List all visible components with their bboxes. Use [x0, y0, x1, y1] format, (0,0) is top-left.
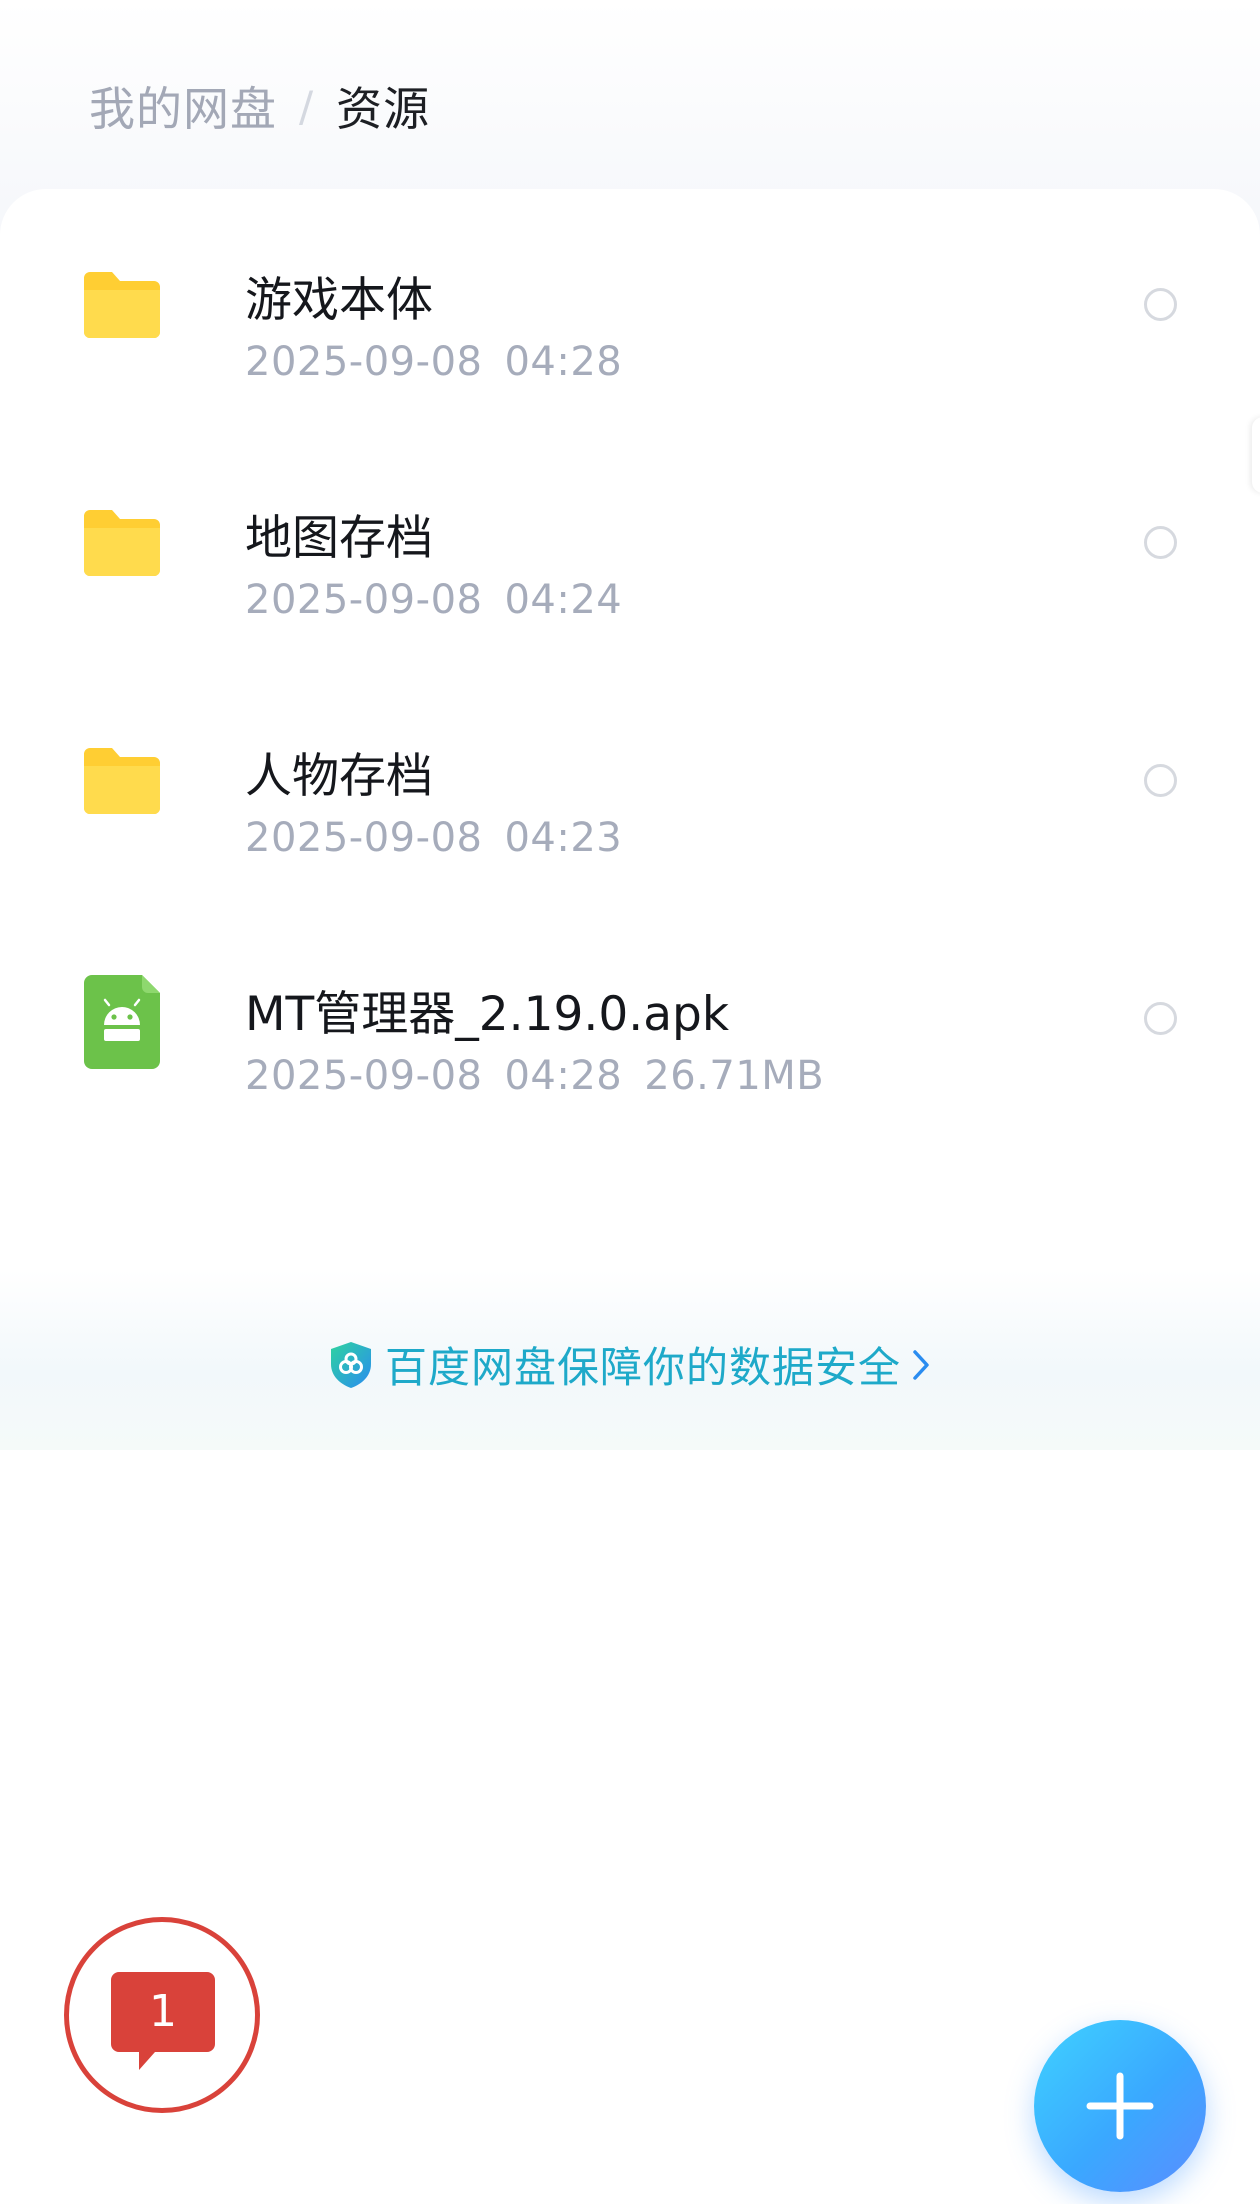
android-apk-icon — [84, 975, 160, 1069]
file-time: 04:28 — [504, 1053, 623, 1099]
file-date: 2025-09-08 — [245, 339, 483, 385]
file-meta: 2025-09-08 04:28 26.71MB — [245, 1053, 846, 1099]
file-name: 地图存档 — [245, 511, 433, 566]
folder-icon — [84, 272, 160, 338]
folder-icon — [84, 510, 160, 576]
breadcrumb-root[interactable]: 我的网盘 — [89, 73, 277, 139]
file-row[interactable]: 地图存档 2025-09-08 04:24 — [0, 427, 1260, 665]
file-size: 26.71MB — [644, 1053, 825, 1099]
file-row[interactable]: MT管理器_2.19.0.apk 2025-09-08 04:28 26.71MB — [0, 903, 1260, 1141]
file-row[interactable]: 游戏本体 2025-09-08 04:28 — [0, 189, 1260, 427]
select-checkbox[interactable] — [1144, 288, 1177, 321]
plus-icon — [1086, 2072, 1154, 2140]
security-banner: 百度网盘保障你的数据安全 — [0, 1270, 1260, 1450]
file-list-card: 游戏本体 2025-09-08 04:28 地图存档 2025-09-08 04:2… — [0, 189, 1260, 2204]
file-time: 04:28 — [504, 339, 623, 385]
breadcrumb: 我的网盘 / 资源 — [89, 78, 430, 137]
chevron-right-icon — [913, 1349, 929, 1380]
breadcrumb-separator: / — [299, 81, 315, 131]
security-link[interactable]: 百度网盘保障你的数据安全 — [0, 1334, 1260, 1395]
select-checkbox[interactable] — [1144, 526, 1177, 559]
breadcrumb-current: 资源 — [336, 82, 431, 136]
file-time: 04:24 — [504, 577, 623, 623]
security-text: 百度网盘保障你的数据安全 — [384, 1343, 901, 1392]
file-time: 04:23 — [504, 815, 623, 861]
file-date: 2025-09-08 — [245, 815, 483, 861]
message-count-badge: 1 — [149, 1986, 177, 2037]
file-date: 2025-09-08 — [245, 1053, 483, 1099]
file-meta: 2025-09-08 04:23 — [245, 815, 644, 861]
file-name: 人物存档 — [245, 749, 433, 804]
file-name: 游戏本体 — [245, 273, 433, 328]
select-checkbox[interactable] — [1144, 1002, 1177, 1035]
message-button[interactable]: 1 — [64, 1917, 260, 2113]
file-meta: 2025-09-08 04:24 — [245, 577, 644, 623]
select-checkbox[interactable] — [1144, 764, 1177, 797]
file-meta: 2025-09-08 04:28 — [245, 339, 644, 385]
shield-icon — [330, 1341, 371, 1388]
add-button[interactable] — [1034, 2020, 1206, 2192]
file-row[interactable]: 人物存档 2025-09-08 04:23 — [0, 665, 1260, 903]
folder-icon — [84, 748, 160, 814]
file-name: MT管理器_2.19.0.apk — [245, 987, 730, 1042]
file-date: 2025-09-08 — [245, 577, 483, 623]
